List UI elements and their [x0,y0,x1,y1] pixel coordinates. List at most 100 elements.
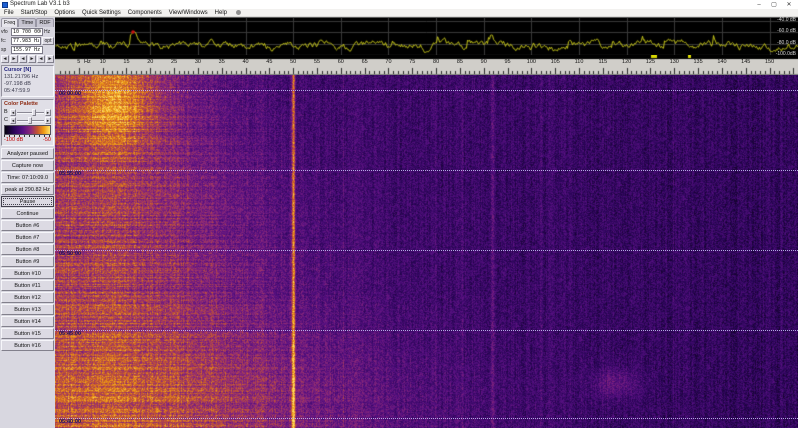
freq-tick-label: 25 [171,59,178,65]
control-sidebar: Freq Time RDF vfo Hz fc: opt sp ◄ [0,17,55,428]
cursor-box-title: Cursor [N] [4,67,32,73]
time-gridline-label: 06:00:00 [59,91,82,97]
menu-start-stop[interactable]: Start/Stop [21,9,48,17]
brightness-slider[interactable] [17,108,44,116]
contrast-increase-icon[interactable]: ► [45,116,51,124]
freq-tick-label: 60 [337,59,344,65]
custom-button-8[interactable]: Button #8 [1,244,54,255]
time-gridline [55,418,798,419]
tab-freq[interactable]: Freq [1,18,19,27]
menu-components[interactable]: Components [128,9,162,17]
time-gridline [55,250,798,251]
frequency-ruler-ticks[interactable] [55,55,798,75]
brightness-decrease-icon[interactable]: ◄ [10,108,16,116]
db-axis-label: -60.0 dB [777,28,796,34]
custom-button-6[interactable]: Button #6 [1,220,54,231]
tab-rdf[interactable]: RDF [36,18,54,27]
capture-now-button[interactable]: Capture now [1,160,54,171]
waterfall-display[interactable] [55,75,798,428]
freq-tick-label: 120 [622,59,632,65]
pause-button[interactable]: Pause [1,196,54,207]
cursor-time: 05:47:59.9 [4,88,30,94]
freq-tick-label: 80 [433,59,440,65]
freq-tick-label: 65 [361,59,368,65]
span-input[interactable] [11,45,43,54]
time-gridline-label: 05:55:00 [59,171,82,177]
maximize-button[interactable]: ▢ [767,0,781,9]
custom-button-12[interactable]: Button #12 [1,292,54,303]
time-gridline [55,90,798,91]
span-label: sp [1,46,7,53]
close-button[interactable]: ✕ [782,0,796,9]
spinner-left-icon[interactable]: ◄ [1,55,9,63]
peak-display-button[interactable]: peak at 290.82 Hz [1,184,54,195]
app-icon [2,1,8,8]
spectrum-lab-window: Spectrum Lab V3.1 b3 – ▢ ✕ File Start/St… [0,0,798,428]
menu-quick-settings[interactable]: Quick Settings [82,9,121,17]
freq-tick-label: 135 [693,59,703,65]
freq-tick-label: 140 [717,59,727,65]
tab-time[interactable]: Time [18,18,37,27]
spinner-right-icon[interactable]: ► [10,55,18,63]
color-palette-box: Color Palette B ◄ ► C ◄ ► -100 dB -50 [1,99,54,146]
palette-box-title: Color Palette [4,101,38,107]
spinner-left-icon[interactable]: ◄ [19,55,27,63]
analyzer-status-button[interactable]: Analyzer paused [1,148,54,159]
freq-tick-label: 95 [504,59,511,65]
mode-tabs: Freq Time RDF [1,18,54,27]
palette-max-db: -50 [43,137,51,143]
menu-file[interactable]: File [4,9,14,17]
db-axis-label: -80.0 dB [777,40,796,46]
spectrum-graph: -40.0 dB -60.0 dB -80.0 dB -100.0dB [55,17,798,57]
freq-tick-label: 5 [77,59,81,65]
palette-range: -100 dB -50 [4,137,51,144]
continue-button[interactable]: Continue [1,208,54,219]
time-gridline-label: 05:40:00 [59,419,82,425]
brightness-increase-icon[interactable]: ► [45,108,51,116]
custom-button-10[interactable]: Button #10 [1,268,54,279]
cursor-level: -97.198 dB [4,81,31,87]
menu-help[interactable]: Help [215,9,227,17]
spectrum-display[interactable] [55,18,798,56]
time-display-button[interactable]: Time: 07:10:09.0 [1,172,54,183]
custom-button-11[interactable]: Button #11 [1,280,54,291]
contrast-slider-row: C ◄ ► [4,116,51,124]
freq-tick-label: 130 [669,59,679,65]
freq-tick-label: 75 [409,59,416,65]
vfo-row: vfo Hz [1,27,54,36]
freq-tick-label: 50 [290,59,297,65]
fc-options-button[interactable]: opt [42,36,54,45]
vfo-input[interactable] [11,27,43,36]
spinner-right-icon[interactable]: ► [46,55,54,63]
freq-tick-label: 70 [385,59,392,65]
spinner-left-icon[interactable]: ◄ [37,55,45,63]
frequency-unit-label: Hz [84,59,91,65]
menu-view-windows[interactable]: View/Windows [169,9,208,17]
menu-options[interactable]: Options [54,9,75,17]
waterfall-spectrogram: 06:00:00 05:55:00 05:50:00 05:45:00 05:4… [55,75,798,428]
tune-spinner-row: ◄ ► ◄ ► ◄ ► [1,55,54,63]
contrast-slider-thumb[interactable] [27,116,32,124]
contrast-decrease-icon[interactable]: ◄ [10,116,16,124]
custom-button-9[interactable]: Button #9 [1,256,54,267]
freq-tick-label: 110 [574,59,584,65]
freq-tick-label: 20 [147,59,154,65]
minimize-button[interactable]: – [752,0,766,9]
freq-tick-label: 10 [99,59,106,65]
freq-tick-label: 150 [764,59,775,65]
custom-button-7[interactable]: Button #7 [1,232,54,243]
status-dot-icon [236,10,242,15]
spinner-right-icon[interactable]: ► [28,55,36,63]
custom-button-13[interactable]: Button #13 [1,304,54,315]
brightness-slider-thumb[interactable] [31,108,36,116]
fc-input[interactable] [11,36,41,45]
custom-button-16[interactable]: Button #16 [1,340,54,351]
freq-tick-label: 55 [313,59,321,65]
custom-button-14[interactable]: Button #14 [1,316,54,327]
sidebar-button-stack: Analyzer paused Capture now Time: 07:10:… [1,148,54,351]
contrast-slider[interactable] [17,116,44,124]
analysis-area: -40.0 dB -60.0 dB -80.0 dB -100.0dB 5 10 1… [55,17,798,428]
custom-button-15[interactable]: Button #15 [1,328,54,339]
vfo-unit: Hz [44,28,51,35]
time-gridline [55,170,798,171]
